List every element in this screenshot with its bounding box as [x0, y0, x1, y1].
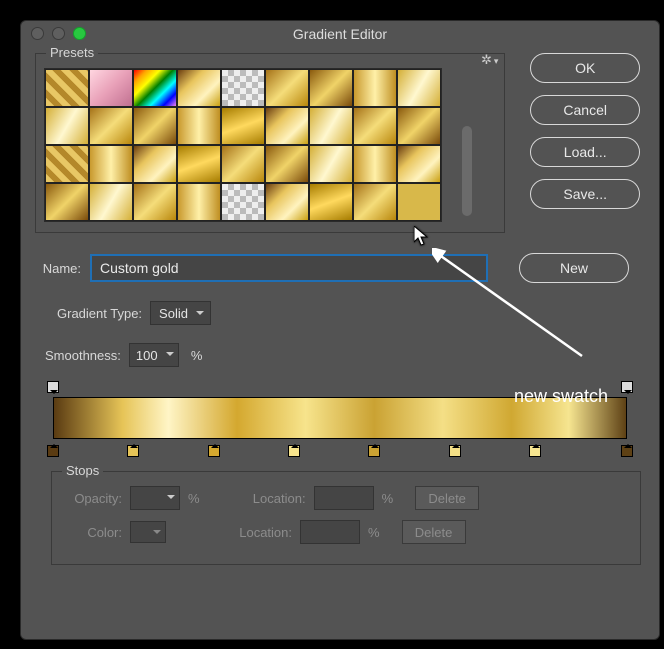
save-button[interactable]: Save...: [530, 179, 640, 209]
minimize-window-icon[interactable]: [52, 27, 65, 40]
preset-swatch[interactable]: [89, 69, 133, 107]
gear-icon[interactable]: ✲▾: [481, 52, 498, 68]
color-stop[interactable]: [368, 445, 380, 457]
preset-swatch[interactable]: [177, 107, 221, 145]
opacity-delete-button[interactable]: Delete: [415, 486, 479, 510]
smoothness-input[interactable]: [129, 343, 179, 367]
preset-swatch[interactable]: [89, 183, 133, 221]
color-location-unit: %: [368, 525, 380, 540]
gradient-editor-bar: [53, 381, 627, 455]
opacity-label: Opacity:: [62, 491, 122, 506]
presets-scrollbar[interactable]: [460, 68, 474, 222]
opacity-stop[interactable]: [47, 381, 59, 393]
preset-swatch[interactable]: [265, 69, 309, 107]
preset-swatch[interactable]: [45, 69, 89, 107]
color-location-label: Location:: [222, 525, 292, 540]
color-stop[interactable]: [621, 445, 633, 457]
preset-swatch[interactable]: [45, 183, 89, 221]
preset-swatch[interactable]: [397, 183, 441, 221]
color-label: Color:: [62, 525, 122, 540]
preset-swatch[interactable]: [89, 145, 133, 183]
opacity-stop[interactable]: [621, 381, 633, 393]
preset-swatch[interactable]: [133, 145, 177, 183]
preset-swatch[interactable]: [265, 107, 309, 145]
preset-swatch[interactable]: [133, 69, 177, 107]
preset-swatch[interactable]: [89, 107, 133, 145]
preset-swatch-grid: [44, 68, 442, 222]
preset-swatch[interactable]: [309, 145, 353, 183]
presets-panel: Presets ✲▾: [35, 53, 505, 233]
color-stop[interactable]: [288, 445, 300, 457]
color-location-input[interactable]: [300, 520, 360, 544]
opacity-unit: %: [188, 491, 200, 506]
opacity-input[interactable]: [130, 486, 180, 510]
preset-swatch[interactable]: [397, 69, 441, 107]
color-stop[interactable]: [449, 445, 461, 457]
preset-swatch[interactable]: [353, 69, 397, 107]
name-label: Name:: [35, 261, 81, 276]
preset-swatch[interactable]: [265, 145, 309, 183]
gradient-preview[interactable]: [53, 397, 627, 439]
smoothness-unit: %: [191, 348, 203, 363]
preset-swatch[interactable]: [353, 145, 397, 183]
presets-label: Presets: [46, 45, 98, 60]
titlebar: Gradient Editor: [21, 21, 659, 47]
gradient-type-label: Gradient Type:: [57, 306, 142, 321]
new-button[interactable]: New: [519, 253, 629, 283]
color-stop[interactable]: [47, 445, 59, 457]
stops-panel: Stops Opacity: % Location: % Delete Colo…: [51, 471, 641, 565]
preset-swatch[interactable]: [177, 69, 221, 107]
smoothness-label: Smoothness:: [45, 348, 121, 363]
name-input[interactable]: [91, 255, 487, 281]
window-title: Gradient Editor: [293, 26, 387, 42]
preset-swatch[interactable]: [133, 183, 177, 221]
stops-label: Stops: [62, 463, 103, 478]
preset-swatch[interactable]: [221, 69, 265, 107]
zoom-window-icon[interactable]: [73, 27, 86, 40]
preset-swatch[interactable]: [177, 183, 221, 221]
opacity-location-label: Location:: [236, 491, 306, 506]
opacity-location-unit: %: [382, 491, 394, 506]
cancel-button[interactable]: Cancel: [530, 95, 640, 125]
preset-swatch[interactable]: [133, 107, 177, 145]
window-controls: [31, 27, 86, 40]
preset-swatch[interactable]: [397, 145, 441, 183]
preset-swatch[interactable]: [177, 145, 221, 183]
color-delete-button[interactable]: Delete: [402, 520, 466, 544]
preset-swatch[interactable]: [353, 107, 397, 145]
color-stop[interactable]: [127, 445, 139, 457]
gradient-type-select[interactable]: Solid: [150, 301, 211, 325]
preset-swatch[interactable]: [221, 145, 265, 183]
preset-swatch[interactable]: [309, 183, 353, 221]
color-swatch-picker[interactable]: [130, 521, 166, 543]
preset-swatch[interactable]: [397, 107, 441, 145]
preset-swatch[interactable]: [309, 107, 353, 145]
preset-swatch[interactable]: [309, 69, 353, 107]
ok-button[interactable]: OK: [530, 53, 640, 83]
preset-swatch[interactable]: [265, 183, 309, 221]
color-stop[interactable]: [208, 445, 220, 457]
preset-swatch[interactable]: [45, 145, 89, 183]
preset-swatch[interactable]: [353, 183, 397, 221]
gradient-editor-window: Gradient Editor Presets ✲▾ OK Cancel Loa…: [20, 20, 660, 640]
preset-swatch[interactable]: [221, 183, 265, 221]
opacity-location-input[interactable]: [314, 486, 374, 510]
preset-swatch[interactable]: [221, 107, 265, 145]
preset-swatch[interactable]: [45, 107, 89, 145]
close-window-icon[interactable]: [31, 27, 44, 40]
color-stop[interactable]: [529, 445, 541, 457]
load-button[interactable]: Load...: [530, 137, 640, 167]
